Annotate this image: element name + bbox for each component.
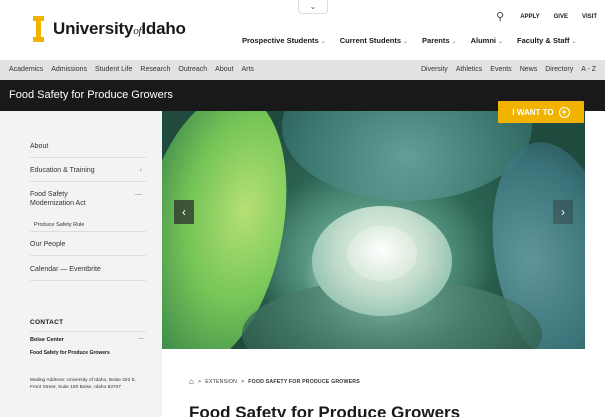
- secondary-link-bar: Academics Admissions Student Life Resear…: [0, 60, 605, 80]
- page-title: Food Safety for Produce Growers: [189, 403, 461, 417]
- sidebar-item-our-people[interactable]: Our People: [30, 241, 146, 256]
- sidebar-item-education-training[interactable]: Education & Training ‹: [30, 167, 146, 182]
- chevron-left-icon[interactable]: ‹: [140, 167, 142, 174]
- sidebar-item-about[interactable]: About: [30, 143, 146, 158]
- link-academics[interactable]: Academics: [9, 66, 43, 73]
- breadcrumb-separator: >: [198, 378, 202, 385]
- sidebar-subitem-produce-safety-rule[interactable]: Produce Safety Rule: [34, 222, 84, 228]
- link-athletics[interactable]: Athletics: [456, 66, 482, 73]
- i-want-to-label: I WANT TO: [512, 107, 554, 117]
- visit-link[interactable]: VISIT: [582, 14, 597, 20]
- contact-center[interactable]: Boise Center: [30, 337, 64, 343]
- link-admissions[interactable]: Admissions: [51, 66, 87, 73]
- nav-label: Current Students: [339, 36, 401, 45]
- link-events[interactable]: Events: [490, 66, 511, 73]
- nav-label: Prospective Students: [242, 36, 319, 45]
- main-nav: Prospective Students ⌄ Current Students ⌄ …: [242, 36, 577, 45]
- site-title[interactable]: Food Safety for Produce Growers: [9, 89, 173, 101]
- nav-label: Parents: [422, 36, 450, 45]
- top-tab-glyph: ⌄: [309, 2, 317, 11]
- link-outreach[interactable]: Outreach: [178, 66, 207, 73]
- contact-divider: [30, 331, 146, 332]
- sidebar-item-label: Our People: [30, 241, 66, 248]
- sidebar-item-label: Calendar — Eventbrite: [30, 266, 101, 273]
- contact-org: Food Safety for Produce Growers: [30, 350, 110, 356]
- i-want-to-button[interactable]: I WANT TO +: [498, 101, 584, 123]
- breadcrumb-current: FOOD SAFETY FOR PRODUCE GROWERS: [248, 378, 360, 385]
- chevron-left-icon: ‹: [182, 205, 186, 219]
- nav-parents[interactable]: Parents ⌄: [422, 36, 457, 45]
- link-diversity[interactable]: Diversity: [421, 66, 448, 73]
- sidebar-item-fsma[interactable]: Food Safety Modernization Act —: [30, 190, 146, 212]
- logo-i-mark-icon: [33, 16, 44, 42]
- logo-name-idaho: Idaho: [141, 19, 186, 38]
- collapse-icon[interactable]: —: [135, 190, 142, 199]
- chevron-down-icon: ⌄: [451, 39, 457, 45]
- chevron-down-icon: ⌄: [403, 39, 409, 45]
- link-arts[interactable]: Arts: [241, 66, 253, 73]
- chevron-down-icon: ⌄: [320, 39, 326, 45]
- sidebar-divider: [30, 231, 146, 232]
- sidebar-item-label: Food Safety Modernization Act: [30, 191, 86, 207]
- sidebar-item-calendar[interactable]: Calendar — Eventbrite: [30, 266, 146, 281]
- breadcrumb-extension[interactable]: EXTENSION: [205, 379, 237, 385]
- plus-circle-icon: +: [558, 106, 570, 118]
- link-research[interactable]: Research: [140, 66, 170, 73]
- carousel-prev-button[interactable]: ‹: [174, 200, 194, 224]
- link-about[interactable]: About: [215, 66, 233, 73]
- sidebar-item-label: Education & Training: [30, 167, 95, 174]
- link-news[interactable]: News: [520, 66, 538, 73]
- contact-heading: CONTACT: [30, 319, 64, 326]
- chevron-down-icon[interactable]: ⌄: [298, 0, 328, 14]
- link-a-z[interactable]: A - Z: [581, 66, 596, 73]
- carousel-next-button[interactable]: ›: [553, 200, 573, 224]
- university-logo[interactable]: UniversityofIdaho: [33, 16, 186, 42]
- contact-address: Mailing Address: University of Idaho, Bo…: [30, 378, 137, 390]
- chevron-down-icon: ⌄: [498, 39, 504, 45]
- nav-faculty-staff[interactable]: Faculty & Staff ⌄: [517, 36, 577, 45]
- breadcrumb-separator: >: [241, 378, 245, 385]
- chevron-right-icon: ›: [561, 205, 565, 219]
- nav-label: Alumni: [470, 36, 496, 45]
- linkbar-left: Academics Admissions Student Life Resear…: [9, 66, 254, 73]
- give-link[interactable]: GIVE: [554, 14, 568, 20]
- link-directory[interactable]: Directory: [545, 66, 573, 73]
- nav-current-students[interactable]: Current Students ⌄: [340, 36, 408, 45]
- utility-nav: ⚲ APPLY GIVE VISIT: [496, 10, 597, 23]
- apply-link[interactable]: APPLY: [520, 14, 539, 20]
- home-icon[interactable]: ⌂: [189, 377, 194, 386]
- logo-wordmark: UniversityofIdaho: [53, 19, 186, 39]
- nav-prospective-students[interactable]: Prospective Students ⌄: [242, 36, 326, 45]
- search-icon[interactable]: ⚲: [496, 10, 504, 23]
- sidebar-item-label: About: [30, 143, 49, 150]
- collapse-icon[interactable]: —: [138, 336, 144, 342]
- nav-alumni[interactable]: Alumni ⌄: [471, 36, 503, 45]
- hero-image-cabbage: ‹ ›: [162, 111, 585, 349]
- logo-name-university: University: [53, 19, 134, 38]
- linkbar-right: Diversity Athletics Events News Director…: [421, 66, 596, 73]
- breadcrumb: ⌂ > EXTENSION > FOOD SAFETY FOR PRODUCE …: [189, 377, 360, 386]
- chevron-down-icon: ⌄: [571, 39, 577, 45]
- site-header: UniversityofIdaho ⌄ ⚲ APPLY GIVE VISIT P…: [0, 0, 605, 60]
- link-student-life[interactable]: Student Life: [95, 66, 132, 73]
- nav-label: Faculty & Staff: [517, 36, 570, 45]
